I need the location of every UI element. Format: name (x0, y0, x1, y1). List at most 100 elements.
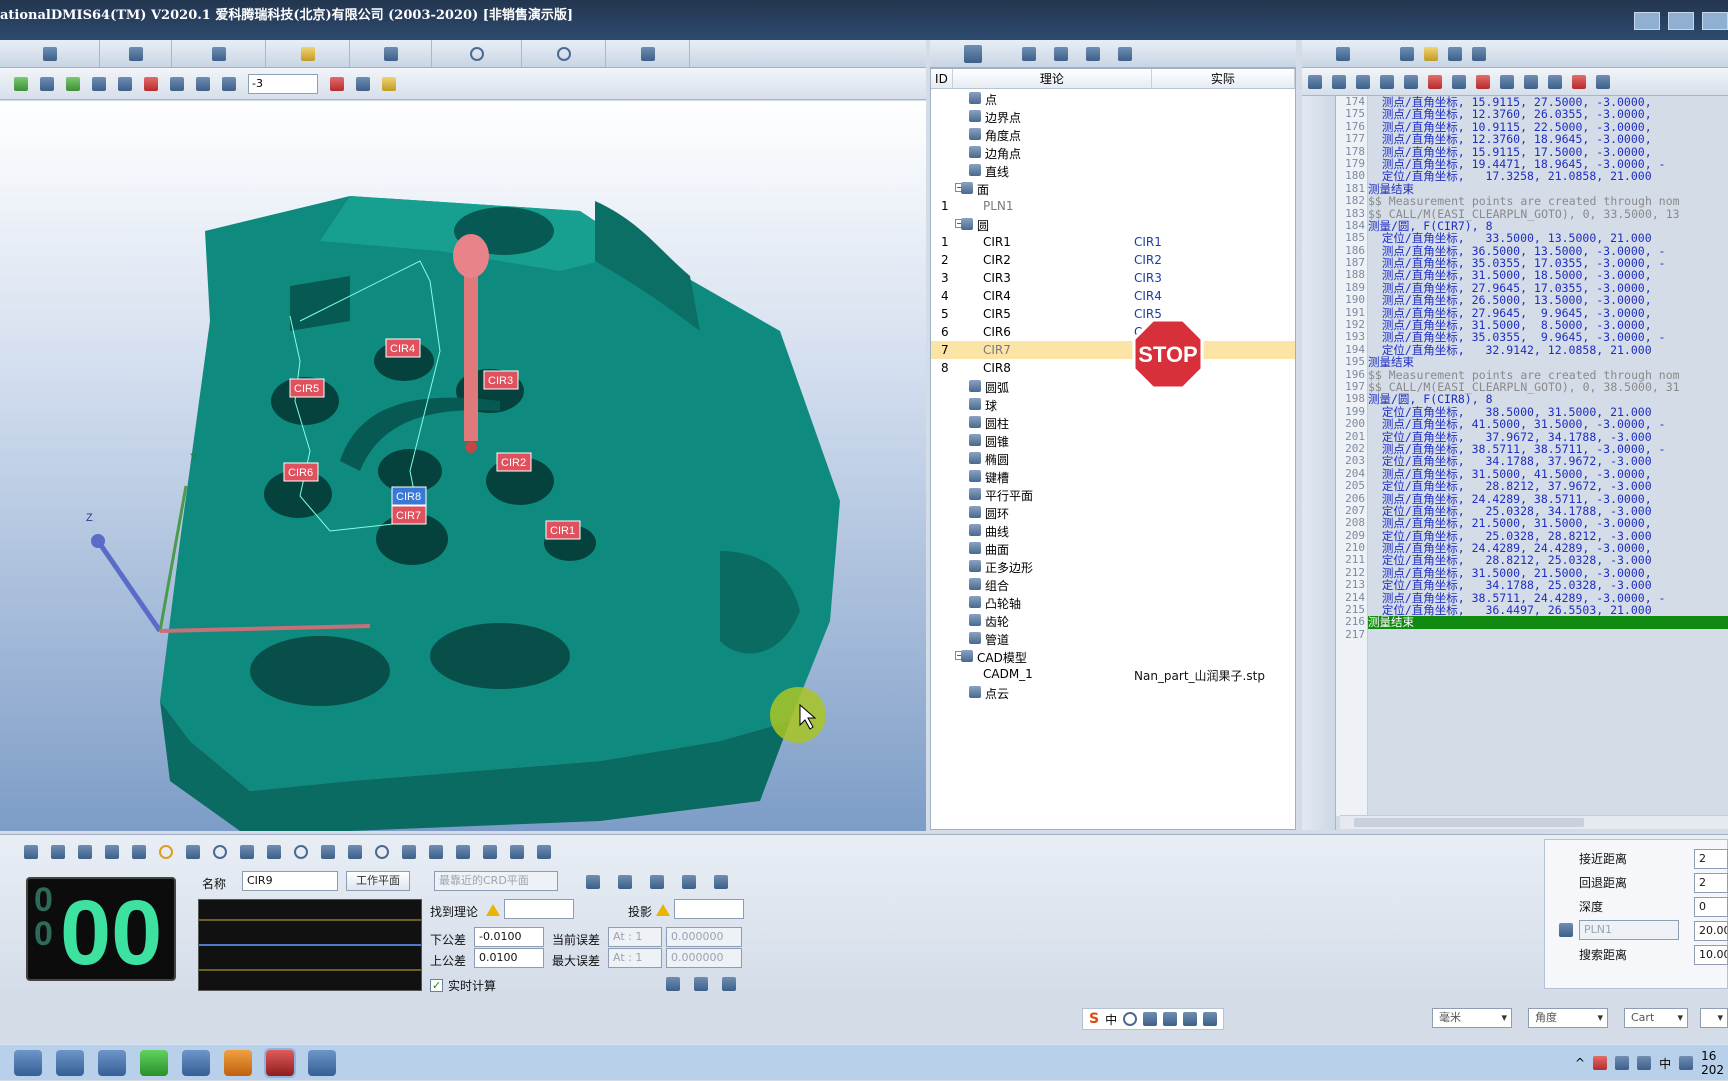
wechat-icon[interactable] (140, 1049, 168, 1076)
report-icon[interactable] (1086, 46, 1100, 61)
cam-tool-icon[interactable] (483, 845, 497, 859)
pipe-tool-icon[interactable] (537, 845, 551, 859)
code-line[interactable]: 定位/直角坐标, 36.4497, 26.5503, 21.000 (1368, 604, 1728, 617)
tab-stylus[interactable] (350, 40, 432, 67)
tab-disc[interactable] (522, 40, 606, 67)
tree-icon[interactable] (1548, 74, 1562, 89)
label-cir7[interactable]: CIR7 (391, 505, 427, 525)
code-line[interactable] (1368, 629, 1728, 641)
label-cir4[interactable]: CIR4 (385, 338, 421, 358)
code-line[interactable]: 定位/直角坐标, 34.1788, 37.9672, -3.000 (1368, 455, 1728, 468)
tree-row[interactable]: 圆柱 (931, 413, 1295, 431)
tree-row[interactable]: 圆环 (931, 503, 1295, 521)
polygon-tool-icon[interactable] (456, 845, 470, 859)
tab-globe[interactable] (432, 40, 522, 67)
slot-tool-icon[interactable] (321, 845, 335, 859)
line-tool-icon[interactable] (105, 845, 119, 859)
code-line[interactable]: 测量结束 (1368, 356, 1728, 369)
tree-row[interactable]: 曲面 (931, 539, 1295, 557)
realtime-checkbox[interactable]: ✓ (430, 979, 443, 992)
outdent-icon[interactable] (1404, 74, 1418, 89)
plane-select[interactable]: PLN1 (1579, 920, 1679, 940)
view-value-input[interactable] (248, 73, 318, 94)
program-icon[interactable] (1336, 46, 1350, 61)
tab-document[interactable] (0, 40, 100, 67)
cylinder-icon[interactable] (196, 76, 210, 91)
tree-row[interactable]: − CAD模型 (931, 647, 1295, 665)
camera-icon[interactable] (1118, 46, 1132, 61)
curve-tool-icon[interactable] (402, 845, 416, 859)
clock[interactable]: 16 202 (1701, 1049, 1724, 1077)
settings-icon[interactable] (382, 76, 396, 91)
tree-row[interactable]: 6CIR6CIR6 (931, 323, 1295, 341)
save-icon[interactable] (1356, 74, 1370, 89)
tools-icon[interactable] (694, 977, 708, 991)
tree-row[interactable]: 组合 (931, 575, 1295, 593)
volume-icon[interactable] (1637, 1056, 1652, 1070)
tree-row[interactable]: 曲线 (931, 521, 1295, 539)
approach-input[interactable]: 2 (1694, 849, 1728, 869)
label-cir1[interactable]: CIR1 (545, 520, 581, 540)
file-explorer-icon[interactable] (14, 1049, 42, 1076)
find-theory-input[interactable] (504, 899, 574, 919)
surface-tool-icon[interactable] (429, 845, 443, 859)
folder-icon[interactable] (1332, 74, 1346, 89)
tree-row[interactable]: 边角点 (931, 143, 1295, 161)
workplane-button[interactable]: 工作平面 (346, 871, 410, 891)
grid-icon[interactable] (650, 875, 664, 889)
run-icon[interactable] (1572, 74, 1586, 89)
apps-icon[interactable] (1203, 1012, 1218, 1026)
tree-row[interactable]: 3 CIR3 CIR3 (931, 269, 1295, 287)
measure-icon[interactable] (666, 977, 680, 991)
skin-icon[interactable] (1183, 1012, 1198, 1026)
tree-row[interactable]: − 圆 (931, 215, 1295, 233)
mic-icon[interactable] (1143, 1012, 1158, 1026)
tree-header-theory[interactable]: 理论 (953, 69, 1152, 88)
angle-select[interactable]: 角度 (1528, 1008, 1608, 1028)
dmis-code-editor[interactable]: 测点/直角坐标, 15.9115, 27.5000, -3.0000, 测点/直… (1368, 96, 1728, 816)
select-icon[interactable] (222, 76, 236, 91)
tree-row[interactable]: 键槽 (931, 467, 1295, 485)
tray-language[interactable]: 中 (1659, 1055, 1671, 1072)
lower-tol-input[interactable]: -0.0100 (474, 927, 544, 947)
tree-row[interactable]: 7 CIR7 (931, 341, 1295, 359)
filter-icon[interactable] (1054, 46, 1068, 61)
render-icon[interactable] (170, 76, 184, 91)
tree-row[interactable]: 圆弧 (931, 377, 1295, 395)
circle-tool-icon[interactable] (159, 845, 173, 859)
code-line[interactable]: 测点/直角坐标, 41.5000, 31.5000, -3.0000, - (1368, 418, 1728, 431)
tree-row[interactable]: 凸轮轴 (931, 593, 1295, 611)
pan-icon[interactable] (66, 76, 80, 91)
wps-icon[interactable] (182, 1049, 210, 1076)
arc-tool-icon[interactable] (186, 845, 200, 859)
zoom-fit-icon[interactable] (40, 76, 54, 91)
code-line[interactable]: 定位/直角坐标, 32.9142, 12.0858, 21.000 (1368, 343, 1728, 356)
network-app-icon[interactable] (308, 1049, 336, 1076)
tab-probe[interactable] (266, 40, 350, 67)
emoji-icon[interactable] (1123, 1012, 1138, 1026)
tree-row[interactable]: 正多边形 (931, 557, 1295, 575)
feature-name-input[interactable]: CIR9 (242, 871, 338, 891)
ime-mode[interactable]: 中 (1105, 1011, 1117, 1028)
window-tile-icon[interactable] (1668, 12, 1694, 30)
cylinder-tool-icon[interactable] (240, 845, 254, 859)
tab-machine[interactable] (172, 40, 266, 67)
tree-row[interactable]: 2 CIR2 CIR2 (931, 251, 1295, 269)
upper-tol-input[interactable]: 0.0100 (474, 948, 544, 968)
slides-icon[interactable] (224, 1049, 252, 1076)
plane-offset-input[interactable]: 20.00 (1694, 921, 1728, 941)
box-icon[interactable] (1022, 46, 1036, 61)
cone-tool-icon[interactable] (267, 845, 281, 859)
tree-row[interactable]: 直线 (931, 161, 1295, 179)
tree-row[interactable]: 1 CIR1 CIR1 (931, 233, 1295, 251)
axis-icon[interactable] (92, 76, 106, 91)
sort-icon[interactable] (1452, 74, 1466, 89)
tree-header-id[interactable]: ID (931, 69, 953, 88)
flag-icon[interactable] (1524, 74, 1538, 89)
app-icon[interactable] (56, 1049, 84, 1076)
point-tool-icon[interactable] (24, 845, 38, 859)
tree-header-actual[interactable]: 实际 (1152, 69, 1295, 88)
ime-tray-icon[interactable] (1679, 1056, 1694, 1070)
label-cir8[interactable]: CIR8 (391, 486, 427, 506)
plane-tool-icon[interactable] (132, 845, 146, 859)
